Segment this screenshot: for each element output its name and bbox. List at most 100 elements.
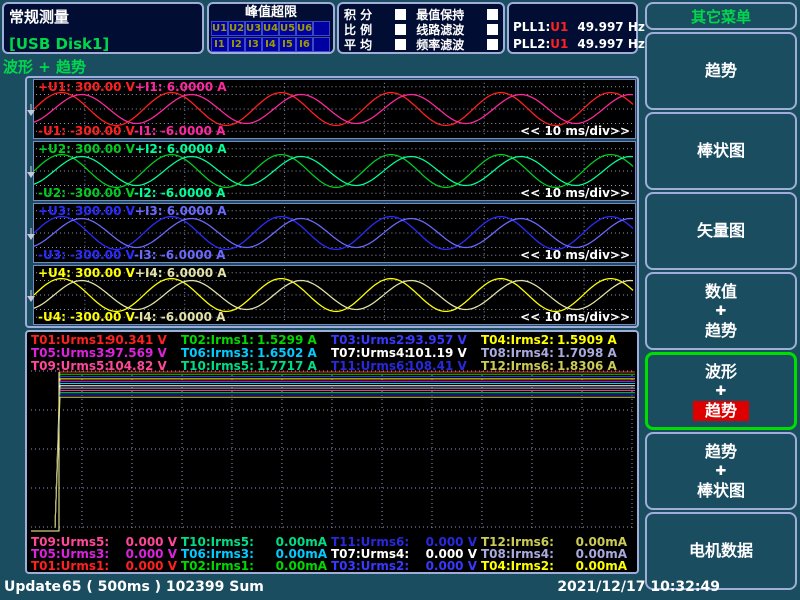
sidebar-item-numeric-trend[interactable]: 数值✚趋势 — [645, 272, 797, 350]
ratio-checkbox[interactable] — [395, 24, 406, 35]
trigger-marker-icon — [27, 288, 36, 301]
pll-label: PLL2: — [513, 37, 550, 51]
i-scale-label: -I4: -6.0000 A — [134, 310, 226, 324]
waveform-panel-3: +U3: 300.00 V+I3: 6.0000 A-U3: -300.00 V… — [33, 203, 636, 263]
peak-cell-u6: U6 — [296, 21, 313, 36]
sidebar-item-line: 趋势 — [705, 442, 737, 462]
pll-box: PLL1:U149.997 HzPLL2:U149.997 Hz — [507, 2, 638, 54]
peak-cell-i1: I1 — [211, 37, 228, 52]
integration-checkbox[interactable] — [395, 9, 406, 20]
waveform-scale-labels-top: +U1: 300.00 V+I1: 6.0000 A — [38, 80, 227, 94]
trend-channel-name: T11:Urms6: — [331, 360, 407, 373]
integration-toggle-row: 积 分 — [344, 7, 406, 22]
u-scale-label: -U3: -300.00 V — [38, 248, 134, 262]
trend-label-t12-irms6: T12:Irms6:1.8306 A — [481, 360, 617, 373]
trend-channel-value: 108.41 V — [407, 360, 467, 373]
other-menu-button[interactable]: 其它菜单 — [645, 2, 797, 30]
peak-overlimit-title: 峰值超限 — [211, 5, 331, 20]
trend-channel-value: 0.000 V — [415, 561, 477, 572]
trend-label-t01-urms1: T01:Urms1:0.000 V — [31, 561, 177, 572]
peak-cell-u5: U5 — [279, 21, 296, 36]
trend-line-3 — [55, 377, 635, 528]
timebase-label: << 10 ms/div>> — [520, 124, 630, 138]
pll-row-2: PLL2:U149.997 Hz — [513, 35, 632, 52]
sidebar-item-line: 趋势 — [693, 401, 749, 421]
power-analyzer-screen: 常规测量 [USB Disk1] 峰值超限 U1U2U3U4U5U6 I1I2I… — [0, 0, 800, 600]
peak-cell-u1: U1 — [211, 21, 228, 36]
i-scale-label: +I1: 6.0000 A — [135, 80, 227, 94]
trend-label-t11-urms6: T11:Urms6:108.41 V — [331, 360, 467, 373]
frequency-filter-checkbox[interactable] — [487, 39, 498, 50]
peak-cell-empty — [313, 21, 330, 36]
line-filter-checkbox[interactable] — [487, 24, 498, 35]
peak-cell-u3: U3 — [245, 21, 262, 36]
waveform-scale-labels-bottom: -U3: -300.00 V-I3: -6.0000 A — [38, 248, 225, 262]
waveform-scale-labels-bottom: -U4: -300.00 V-I4: -6.0000 A — [38, 310, 225, 324]
waveform-panel-2: +U2: 300.00 V+I2: 6.0000 A -U2: -300.00 V… — [33, 141, 636, 201]
trigger-marker-icon — [27, 102, 36, 115]
average-checkbox[interactable] — [395, 39, 406, 50]
timebase-label: << 10 ms/div>> — [520, 310, 630, 324]
trend-label-t09-urms5: T09:Urms5:104.82 V — [31, 360, 167, 373]
i-scale-label: +I2: 6.0000 A — [135, 142, 227, 156]
sidebar-item-trend-bar-graph[interactable]: 趋势✚棒状图 — [645, 432, 797, 510]
measurement-mode-label: 常规测量 — [9, 6, 69, 27]
waveform-panel-1: +U1: 300.00 V+I1: 6.0000 A -U1: -300.00 V… — [33, 79, 636, 139]
ratio-toggle-row: 比 例 — [344, 22, 406, 37]
trend-line-12 — [55, 397, 635, 528]
trend-channel-name: T12:Irms6: — [481, 360, 557, 373]
i-scale-label: -I2: -6.0000 A — [134, 186, 226, 200]
trend-line-7 — [55, 386, 635, 528]
options-column-left: 积 分比 例平 均 — [344, 7, 406, 49]
pll-source: U1 — [550, 20, 568, 34]
trend-label-t02-irms1: T02:Irms1:0.00mA — [181, 561, 327, 572]
sidebar-item-bar-graph[interactable]: 棒状图 — [645, 112, 797, 190]
update-label: Update — [4, 579, 61, 595]
trend-line-10 — [55, 393, 635, 528]
trend-line-11 — [55, 395, 635, 528]
average-label: 平 均 — [344, 36, 372, 53]
sidebar-item-waveform-trend[interactable]: 波形✚趋势 — [645, 352, 797, 430]
trend-channel-value: 0.00mA — [265, 561, 327, 572]
u-scale-label: -U1: -300.00 V — [38, 124, 134, 138]
trend-channel-name: T03:Urms2: — [331, 561, 415, 572]
u-scale-label: -U4: -300.00 V — [38, 310, 134, 324]
average-toggle-row: 平 均 — [344, 37, 406, 52]
plus-icon: ✚ — [716, 385, 727, 398]
sidebar-item-line: 棒状图 — [697, 141, 745, 161]
u-scale-label: +U3: 300.00 V — [38, 204, 135, 218]
pll-source: U1 — [550, 37, 568, 51]
sidebar-item-line: 趋势 — [705, 321, 737, 341]
trend-line-6 — [55, 384, 635, 529]
sidebar-item-line: 棒状图 — [697, 481, 745, 501]
status-bar: Update 65 ( 500ms ) 102399 Sum 2021/12/1… — [0, 576, 728, 600]
sidebar-item-line: 矢量图 — [697, 221, 745, 241]
sidebar-item-vector-diagram[interactable]: 矢量图 — [645, 192, 797, 270]
pll-rows: PLL1:U149.997 HzPLL2:U149.997 Hz — [513, 18, 632, 52]
trend-channel-name: T02:Irms1: — [181, 561, 265, 572]
trend-label-t03-urms2: T03:Urms2:0.000 V — [331, 561, 477, 572]
sidebar-item-trend[interactable]: 趋势 — [645, 32, 797, 110]
frequency-filter-toggle-row: 频率滤波 — [416, 37, 498, 52]
pll-value: 49.997 Hz — [577, 37, 645, 51]
u-scale-label: +U1: 300.00 V — [38, 80, 135, 94]
trend-cursor[interactable] — [31, 372, 59, 531]
trend-label-t04-irms2: T04:Irms2:0.00mA — [481, 561, 627, 572]
trend-channel-value: 0.000 V — [115, 561, 177, 572]
trend-channel-name: T01:Urms1: — [31, 561, 115, 572]
waveform-display-area: +U1: 300.00 V+I1: 6.0000 A -U1: -300.00 V… — [25, 76, 639, 328]
max-hold-checkbox[interactable] — [487, 9, 498, 20]
waveform-scale-labels-bottom: -U1: -300.00 V-I1: -6.0000 A — [38, 124, 225, 138]
u-scale-label: +U2: 300.00 V — [38, 142, 135, 156]
waveform-scale-labels-bottom: -U2: -300.00 V-I2: -6.0000 A — [38, 186, 225, 200]
plus-icon: ✚ — [716, 305, 727, 318]
trend-display-area: T01:Urms1:90.341 VT02:Irms1:1.5299 AT03:… — [25, 330, 639, 574]
trend-channel-name: T09:Urms5: — [31, 360, 107, 373]
trend-label-t10-irms5: T10:Irms5:1.7717 A — [181, 360, 317, 373]
peak-cell-i4: I4 — [262, 37, 279, 52]
trend-line-9 — [55, 390, 635, 528]
measurement-mode-box: 常规测量 [USB Disk1] — [2, 2, 204, 54]
peak-cell-i5: I5 — [279, 37, 296, 52]
waveform-scale-labels-top: +U2: 300.00 V+I2: 6.0000 A — [38, 142, 227, 156]
waveform-panel-4: +U4: 300.00 V+I4: 6.0000 A-U4: -300.00 V… — [33, 265, 636, 325]
